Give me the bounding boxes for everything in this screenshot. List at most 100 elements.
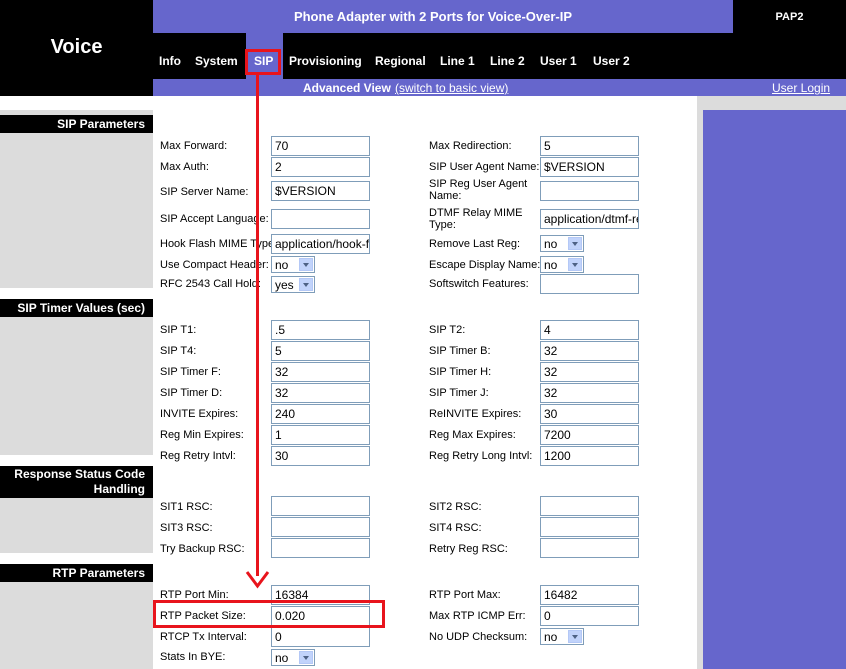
remove-last-reg-select[interactable]: no xyxy=(540,235,584,252)
sip-t2-input[interactable]: 4 xyxy=(540,320,639,340)
sip-t2-label: SIP T2: xyxy=(429,324,466,336)
use-compact-header-label: Use Compact Header: xyxy=(160,259,269,271)
sip-timer-b-input[interactable]: 32 xyxy=(540,341,639,361)
section-response-status-code: Response Status Code Handling xyxy=(0,466,153,498)
section-rtp-parameters: RTP Parameters xyxy=(0,564,153,582)
sit4-rsc-input[interactable] xyxy=(540,517,639,537)
try-backup-rsc-input[interactable] xyxy=(271,538,370,558)
remove-last-reg-value: no xyxy=(544,237,558,251)
escape-display-name-label: Escape Display Name: xyxy=(429,259,541,271)
dtmf-relay-mime-input[interactable]: application/dtmf-relay xyxy=(540,209,639,229)
tab-line-1[interactable]: Line 1 xyxy=(440,54,475,68)
reg-retry-intvl-input[interactable]: 30 xyxy=(271,446,370,466)
use-compact-header-select[interactable]: no xyxy=(271,256,315,273)
sip-timer-f-label: SIP Timer F: xyxy=(160,366,221,378)
stats-in-bye-value: no xyxy=(275,651,289,665)
invite-expires-input[interactable]: 240 xyxy=(271,404,370,424)
section-gap xyxy=(0,553,153,564)
left-column xyxy=(0,96,153,669)
tab-line-2[interactable]: Line 2 xyxy=(490,54,525,68)
stats-in-bye-select[interactable]: no xyxy=(271,649,315,666)
sit3-rsc-input[interactable] xyxy=(271,517,370,537)
user-login-link[interactable]: User Login xyxy=(772,81,830,95)
annotation-arrow-line xyxy=(256,74,259,576)
sip-t1-input[interactable]: .5 xyxy=(271,320,370,340)
left-column-gap xyxy=(0,96,153,110)
sip-accept-language-label: SIP Accept Language: xyxy=(160,213,269,225)
no-udp-checksum-select[interactable]: no xyxy=(540,628,584,645)
sit2-rsc-input[interactable] xyxy=(540,496,639,516)
escape-display-name-value: no xyxy=(544,258,558,272)
rtp-port-max-input[interactable]: 16482 xyxy=(540,585,639,605)
view-mode-label: Advanced View xyxy=(303,81,391,95)
max-forward-input[interactable]: 70 xyxy=(271,136,370,156)
rfc2543-call-hold-label: RFC 2543 Call Hold: xyxy=(160,278,261,290)
sip-user-agent-label: SIP User Agent Name: xyxy=(429,161,540,173)
sip-timer-d-label: SIP Timer D: xyxy=(160,387,223,399)
max-rtp-icmp-err-input[interactable]: 0 xyxy=(540,606,639,626)
sit3-rsc-label: SIT3 RSC: xyxy=(160,522,213,534)
sip-timer-b-label: SIP Timer B: xyxy=(429,345,491,357)
max-forward-label: Max Forward: xyxy=(160,140,228,152)
reinvite-expires-input[interactable]: 30 xyxy=(540,404,639,424)
sit2-rsc-label: SIT2 RSC: xyxy=(429,501,482,513)
retry-reg-rsc-input[interactable] xyxy=(540,538,639,558)
escape-display-name-select[interactable]: no xyxy=(540,256,584,273)
softswitch-features-input[interactable] xyxy=(540,274,639,294)
sip-timer-j-input[interactable]: 32 xyxy=(540,383,639,403)
sip-reg-user-agent-input[interactable] xyxy=(540,181,639,201)
reg-retry-long-intvl-input[interactable]: 1200 xyxy=(540,446,639,466)
sip-reg-user-agent-label: SIP Reg User Agent Name: xyxy=(429,178,528,202)
remove-last-reg-label: Remove Last Reg: xyxy=(429,238,521,250)
retry-reg-rsc-label: Retry Reg RSC: xyxy=(429,543,508,555)
chevron-down-icon xyxy=(299,258,313,271)
stats-in-bye-label: Stats In BYE: xyxy=(160,651,226,663)
right-column-accent xyxy=(703,110,846,669)
tab-user-2[interactable]: User 2 xyxy=(593,54,630,68)
switch-view-link[interactable]: (switch to basic view) xyxy=(395,81,508,95)
reg-min-expires-input[interactable]: 1 xyxy=(271,425,370,445)
sip-timer-d-input[interactable]: 32 xyxy=(271,383,370,403)
highlight-box-sip-tab xyxy=(245,49,281,75)
rtcp-tx-interval-input[interactable]: 0 xyxy=(271,627,370,647)
try-backup-rsc-label: Try Backup RSC: xyxy=(160,543,245,555)
sip-timer-f-input[interactable]: 32 xyxy=(271,362,370,382)
max-auth-input[interactable]: 2 xyxy=(271,157,370,177)
rfc2543-call-hold-value: yes xyxy=(275,278,294,292)
rfc2543-call-hold-select[interactable]: yes xyxy=(271,276,315,293)
brand-title: Voice xyxy=(50,36,103,58)
chevron-down-icon xyxy=(568,258,582,271)
sit4-rsc-label: SIT4 RSC: xyxy=(429,522,482,534)
chevron-down-icon xyxy=(299,651,313,664)
reinvite-expires-label: ReINVITE Expires: xyxy=(429,408,522,420)
sip-t1-label: SIP T1: xyxy=(160,324,197,336)
sip-timer-h-input[interactable]: 32 xyxy=(540,362,639,382)
dtmf-relay-mime-label: DTMF Relay MIME Type: xyxy=(429,207,523,231)
no-udp-checksum-label: No UDP Checksum: xyxy=(429,631,528,643)
reg-retry-intvl-label: Reg Retry Intvl: xyxy=(160,450,236,462)
reg-max-expires-input[interactable]: 7200 xyxy=(540,425,639,445)
sip-user-agent-input[interactable]: $VERSION xyxy=(540,157,639,177)
reg-min-expires-label: Reg Min Expires: xyxy=(160,429,244,441)
tab-provisioning[interactable]: Provisioning xyxy=(289,54,362,68)
banner-title: Phone Adapter with 2 Ports for Voice-Ove… xyxy=(293,9,573,24)
chevron-down-icon xyxy=(568,237,582,250)
chevron-down-icon xyxy=(299,278,313,291)
tab-system[interactable]: System xyxy=(195,54,238,68)
tab-regional[interactable]: Regional xyxy=(375,54,426,68)
max-rtp-icmp-err-label: Max RTP ICMP Err: xyxy=(429,610,526,622)
sip-t4-input[interactable]: 5 xyxy=(271,341,370,361)
sip-timer-h-label: SIP Timer H: xyxy=(429,366,492,378)
sip-server-name-input[interactable]: $VERSION xyxy=(271,181,370,201)
hook-flash-mime-label: Hook Flash MIME Type: xyxy=(160,238,278,250)
softswitch-features-label: Softswitch Features: xyxy=(429,278,529,290)
hook-flash-mime-input[interactable]: application/hook-flash xyxy=(271,234,370,254)
model-label: PAP2 xyxy=(775,11,804,23)
tab-user-1[interactable]: User 1 xyxy=(540,54,577,68)
sip-accept-language-input[interactable] xyxy=(271,209,370,229)
max-auth-label: Max Auth: xyxy=(160,161,209,173)
tab-info[interactable]: Info xyxy=(159,54,181,68)
max-redirection-input[interactable]: 5 xyxy=(540,136,639,156)
sit1-rsc-input[interactable] xyxy=(271,496,370,516)
sit1-rsc-label: SIT1 RSC: xyxy=(160,501,213,513)
